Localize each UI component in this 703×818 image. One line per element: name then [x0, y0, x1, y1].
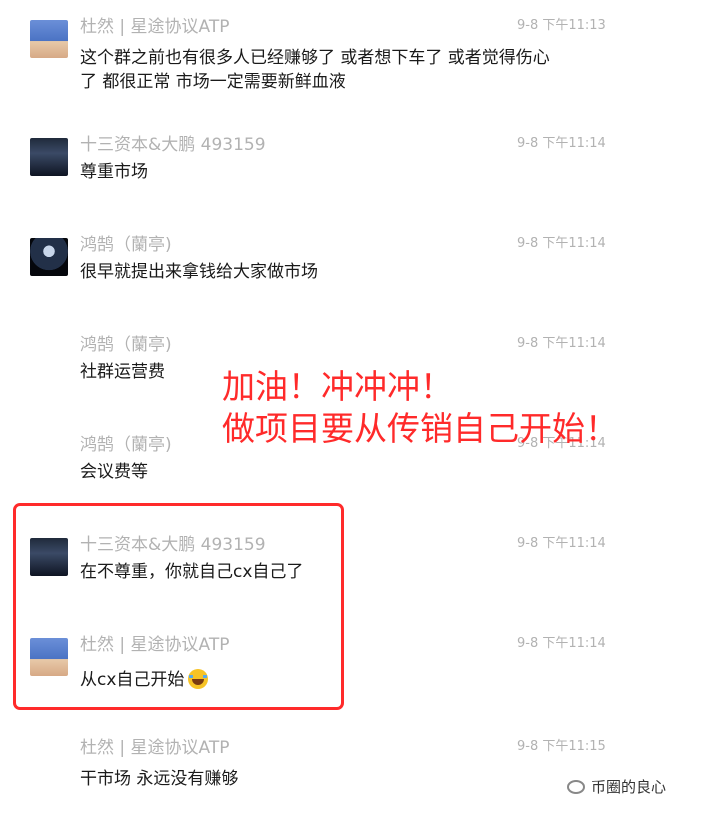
wechat-official-account-icon: [567, 780, 585, 794]
timestamp: 9-8 下午11:15: [517, 739, 606, 754]
timestamp: 9-8 下午11:14: [517, 536, 606, 551]
sender-name[interactable]: 鸿鹄（蘭亭): [80, 330, 172, 355]
timestamp: 9-8 下午11:14: [517, 236, 606, 251]
sender-name[interactable]: 鸿鹄（蘭亭): [80, 430, 172, 455]
sender-name[interactable]: 十三资本&大鹏 493159: [80, 130, 266, 155]
sender-name[interactable]: 鸿鹄（蘭亭): [80, 230, 172, 255]
annotation-line: 加油！冲冲冲！: [222, 367, 453, 406]
message-text: 这个群之前也有很多人已经赚够了 或者想下车了 或者觉得伤心 了 都很正常 市场一…: [80, 46, 600, 94]
timestamp: 9-8 下午11:14: [517, 636, 606, 651]
dark-figure-avatar[interactable]: [30, 238, 68, 276]
sender-name[interactable]: 杜然 | 星途协议ATP: [80, 733, 229, 758]
message-text: 干市场 永远没有赚够: [80, 769, 239, 789]
city-night-avatar[interactable]: [30, 138, 68, 176]
annotation-line: 做项目要从传销自己开始！: [222, 409, 618, 448]
highlight-box: [13, 503, 344, 710]
user-photo-avatar[interactable]: [30, 20, 68, 58]
red-annotation-text: 加油！冲冲冲！ 做项目要从传销自己开始！: [222, 366, 618, 450]
watermark-text: 币圈的良心: [591, 778, 667, 796]
message-line: 这个群之前也有很多人已经赚够了 或者想下车了 或者觉得伤心: [80, 48, 550, 68]
message-line: 了 都很正常 市场一定需要新鲜血液: [80, 72, 346, 92]
watermark: 币圈的良心: [567, 776, 666, 797]
message-text: 很早就提出来拿钱给大家做市场: [80, 262, 318, 282]
sender-name[interactable]: 杜然 | 星途协议ATP: [80, 12, 229, 37]
message-text: 会议费等: [80, 462, 148, 482]
timestamp: 9-8 下午11:14: [517, 336, 606, 351]
timestamp: 9-8 下午11:13: [517, 18, 606, 33]
message-text: 尊重市场: [80, 162, 148, 182]
timestamp: 9-8 下午11:14: [517, 136, 606, 151]
